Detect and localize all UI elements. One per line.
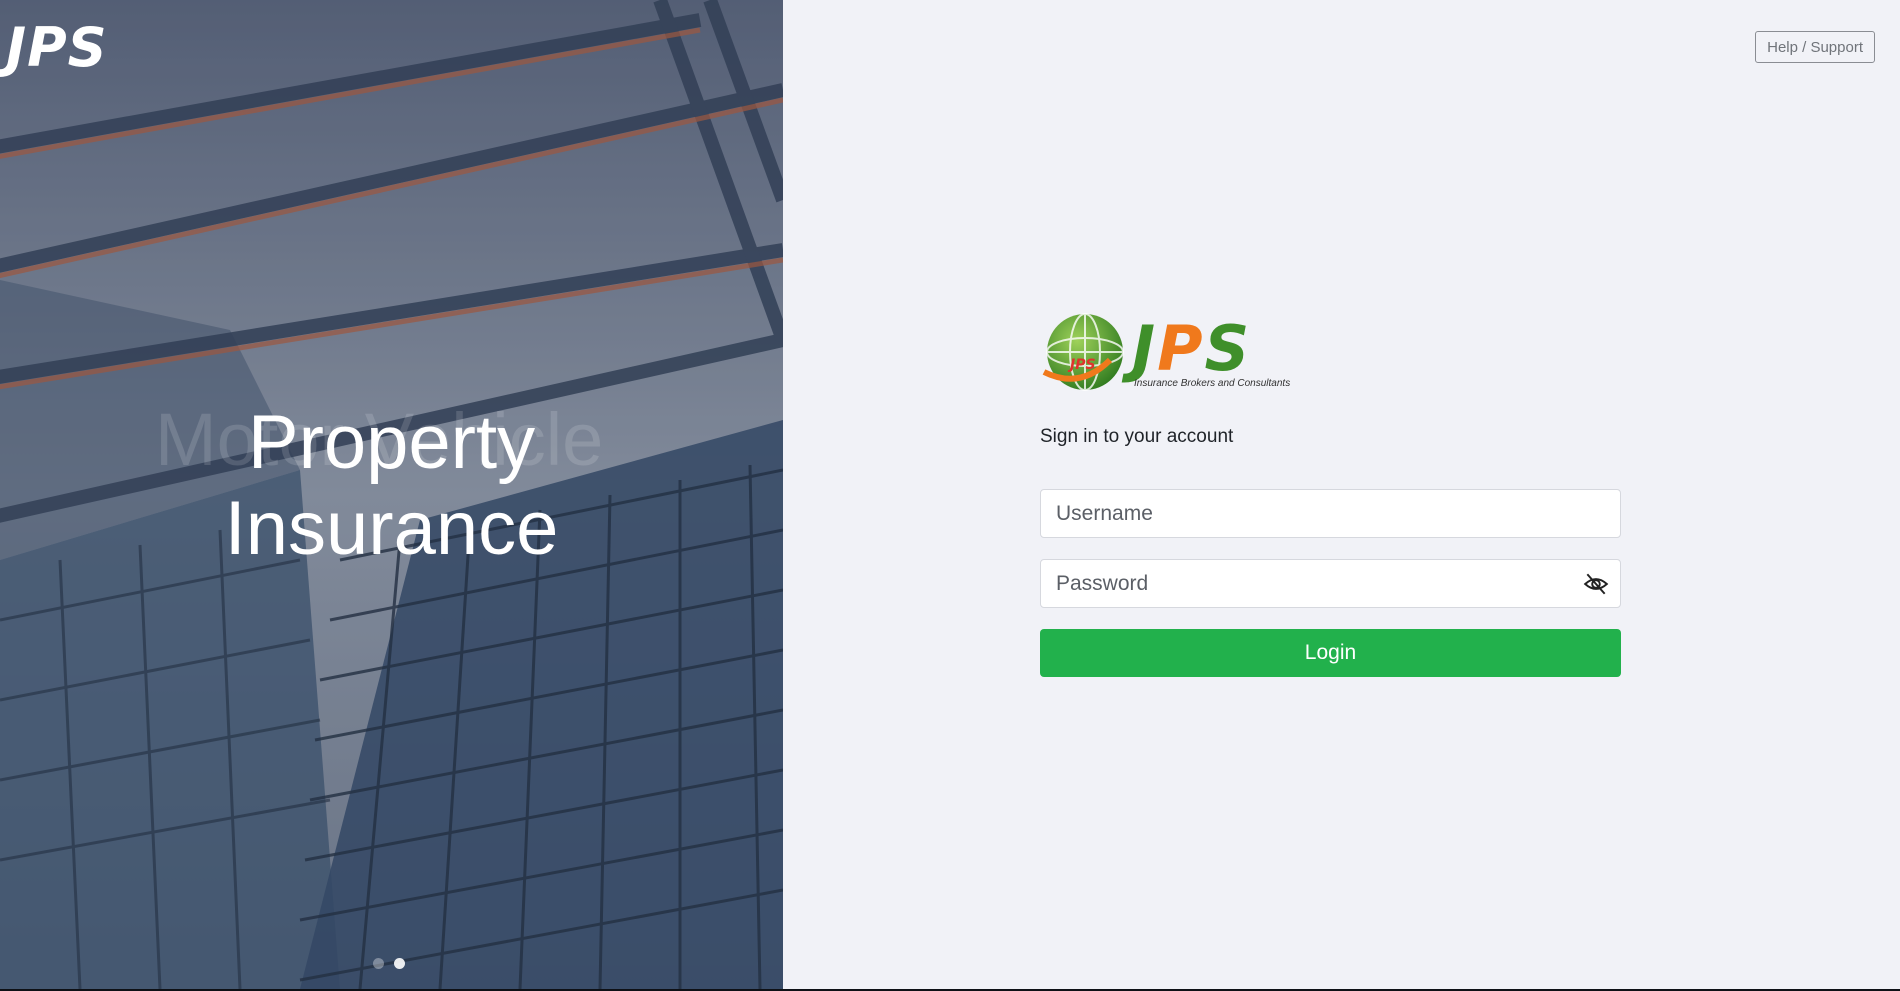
carousel-dot-1[interactable] xyxy=(373,958,384,969)
globe-logo-text: JPS xyxy=(1067,357,1096,373)
slide-title-line-1: Property xyxy=(247,400,536,485)
help-support-button[interactable]: Help / Support xyxy=(1755,31,1875,63)
slide-title-line-2: Insurance xyxy=(224,486,559,571)
brand-letter-j: J xyxy=(1132,311,1158,385)
globe-logo-icon: JPS xyxy=(1042,313,1124,391)
password-field-group xyxy=(1040,559,1621,608)
brand-letter-p: P xyxy=(1157,311,1205,385)
brand-wordmark: JPS xyxy=(1132,317,1290,380)
username-input[interactable] xyxy=(1040,489,1621,538)
brand-tagline: Insurance Brokers and Consultants xyxy=(1134,377,1291,389)
carousel-indicators xyxy=(373,958,405,969)
login-button[interactable]: Login xyxy=(1040,629,1621,677)
password-input[interactable] xyxy=(1040,559,1621,608)
login-panel: Help / Support JPS JPS Insurance Brokers… xyxy=(783,0,1900,989)
eye-off-icon[interactable] xyxy=(1583,571,1609,597)
signin-heading: Sign in to your account xyxy=(1040,426,1234,447)
brand-letter-s: S xyxy=(1204,311,1252,385)
company-logo: JPS JPS Insurance Brokers and Consultant… xyxy=(1040,312,1290,394)
slide-title: Property Insurance xyxy=(0,400,783,572)
carousel-dot-2[interactable] xyxy=(394,958,405,969)
hero-carousel: JPS Motor Vehicle Property Insurance xyxy=(0,0,783,989)
hero-logo: JPS xyxy=(6,16,108,79)
